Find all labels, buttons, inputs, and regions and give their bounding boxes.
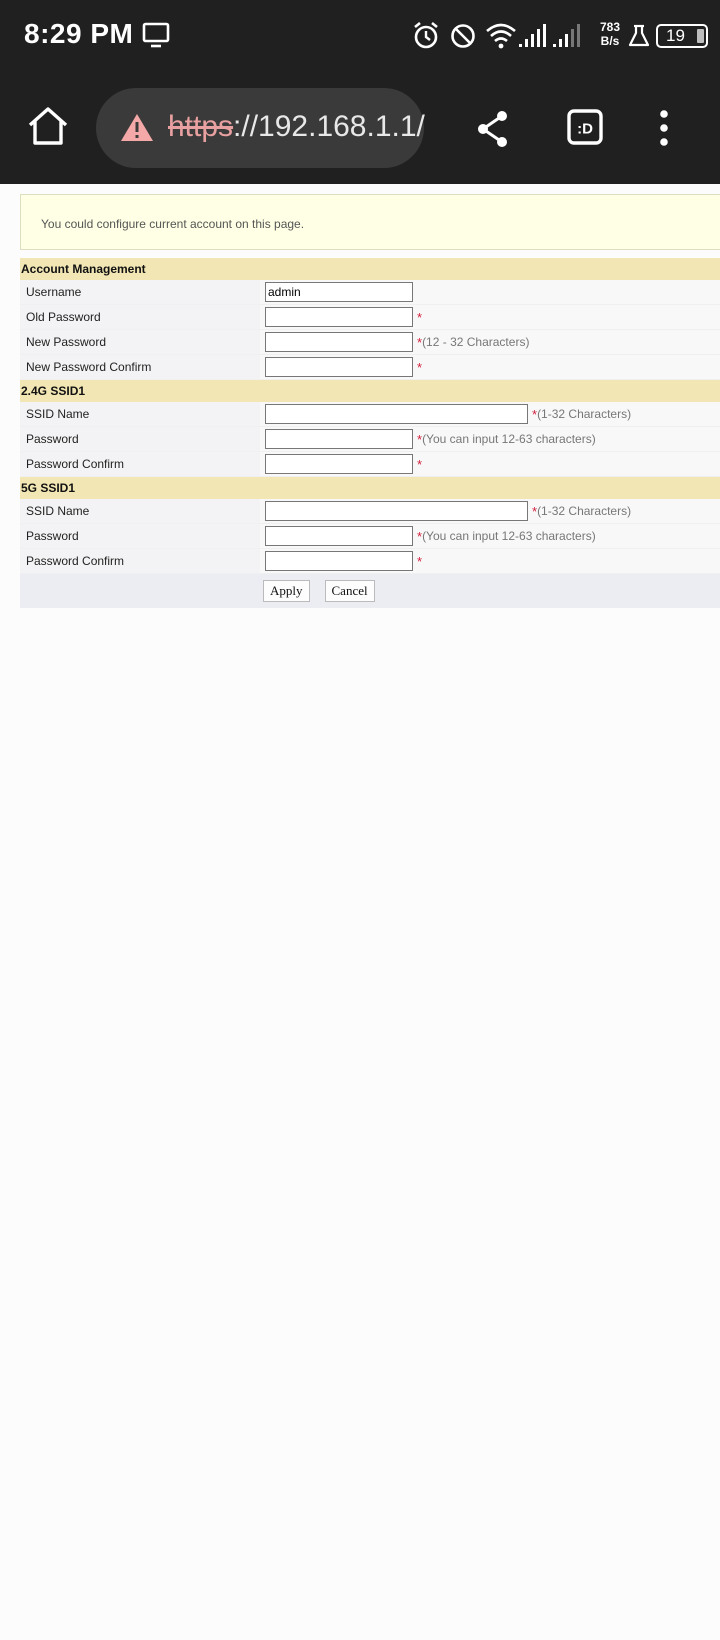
ssid5-password-row: Password * (You can input 12-63 characte…: [20, 524, 720, 549]
ssid24-password-row: Password * (You can input 12-63 characte…: [20, 427, 720, 452]
account-form: Account Management Username Old Password…: [20, 258, 720, 608]
username-label: Username: [20, 280, 260, 304]
more-vert-icon[interactable]: [652, 108, 676, 148]
ssid24-password-input[interactable]: [265, 429, 413, 449]
ssid5-password-label: Password: [20, 524, 260, 548]
signal-icon: [553, 24, 580, 47]
button-row: Apply Cancel: [20, 574, 720, 608]
ssid24-password-label: Password: [20, 427, 260, 451]
url-text[interactable]: https://192.168.1.1/: [168, 110, 425, 144]
ssid5-password-confirm-label: Password Confirm: [20, 549, 260, 573]
required-mark: *: [417, 456, 423, 472]
do-not-disturb-icon: [451, 24, 475, 48]
tabs-icon[interactable]: :D: [566, 108, 604, 146]
section-ssid-24g: 2.4G SSID1: [20, 380, 720, 402]
info-box: You could configure current account on t…: [20, 194, 720, 250]
home-icon[interactable]: [26, 104, 70, 148]
new-password-row: New Password * (12 - 32 Characters): [20, 330, 720, 355]
wifi-icon: [486, 23, 516, 49]
apply-button[interactable]: Apply: [263, 580, 310, 602]
url-bar[interactable]: https://192.168.1.1/: [96, 88, 425, 168]
section-account-management: Account Management: [20, 258, 720, 280]
new-password-label: New Password: [20, 330, 260, 354]
required-mark: *: [417, 553, 423, 569]
username-input[interactable]: [265, 282, 413, 302]
old-password-input[interactable]: [265, 307, 413, 327]
ssid24-name-hint: (1-32 Characters): [537, 407, 632, 421]
warning-icon[interactable]: [120, 112, 154, 142]
tabs-button[interactable]: :D: [566, 108, 604, 151]
new-password-hint: (12 - 32 Characters): [422, 335, 530, 349]
share-icon[interactable]: [476, 110, 510, 148]
ssid24-password-confirm-label: Password Confirm: [20, 452, 260, 476]
old-password-label: Old Password: [20, 305, 260, 329]
old-password-row: Old Password *: [20, 305, 720, 330]
new-password-confirm-label: New Password Confirm: [20, 355, 260, 379]
ssid24-name-row: SSID Name * (1-32 Characters): [20, 402, 720, 427]
new-password-confirm-input[interactable]: [265, 357, 413, 377]
required-mark: *: [417, 359, 423, 375]
info-text: You could configure current account on t…: [41, 217, 305, 231]
ssid5-password-hint: (You can input 12-63 characters): [422, 529, 596, 543]
cancel-button[interactable]: Cancel: [324, 580, 375, 602]
svg-text::D: :D: [577, 121, 593, 138]
ssid5-password-confirm-row: Password Confirm *: [20, 549, 720, 574]
ssid5-name-label: SSID Name: [20, 499, 260, 523]
ssid24-name-input[interactable]: [265, 404, 528, 424]
battery-icon: 19: [656, 24, 708, 48]
ssid24-password-hint: (You can input 12-63 characters): [422, 432, 596, 446]
ssid5-password-confirm-input[interactable]: [265, 551, 413, 571]
tv-icon: [142, 22, 170, 48]
ssid5-name-input[interactable]: [265, 501, 528, 521]
username-row: Username: [20, 280, 720, 305]
ssid24-password-confirm-input[interactable]: [265, 454, 413, 474]
ssid5-password-input[interactable]: [265, 526, 413, 546]
page-content: You could configure current account on t…: [0, 184, 720, 1640]
browser-chrome: 8:29 PM 783 B/s 19 https://192.168.1.1/ …: [0, 0, 720, 184]
flask-icon: [628, 24, 650, 47]
net-speed: 783 B/s: [599, 20, 621, 48]
new-password-input[interactable]: [265, 332, 413, 352]
required-mark: *: [417, 309, 423, 325]
status-time: 8:29 PM: [24, 18, 134, 49]
ssid5-name-hint: (1-32 Characters): [537, 504, 632, 518]
section-ssid-5g: 5G SSID1: [20, 477, 720, 499]
new-password-confirm-row: New Password Confirm *: [20, 355, 720, 380]
ssid24-password-confirm-row: Password Confirm *: [20, 452, 720, 477]
alarm-icon: [414, 22, 438, 49]
ssid5-name-row: SSID Name * (1-32 Characters): [20, 499, 720, 524]
signal-icon: [519, 24, 546, 47]
ssid24-name-label: SSID Name: [20, 402, 260, 426]
